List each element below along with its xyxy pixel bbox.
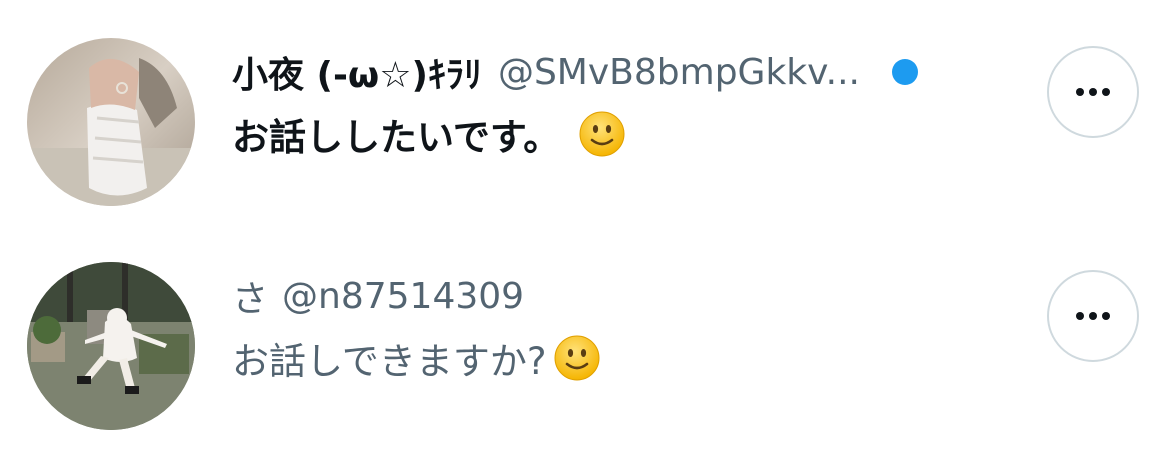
user-handle: @n87514309: [282, 275, 525, 317]
message-text: お話ししたいです。: [232, 116, 561, 159]
message-preview: お話しできますか?: [232, 328, 1022, 388]
unread-indicator: [891, 59, 918, 85]
user-handle: @SMvB8bmpGkkv...: [497, 51, 860, 93]
more-options-button[interactable]: [1047, 270, 1139, 362]
display-name: さ: [232, 279, 269, 320]
slightly-smiling-face-icon: [578, 110, 626, 158]
conversation-item[interactable]: さ @n87514309 お話しできますか?: [0, 262, 1170, 462]
conversation-content: 小夜 (-ω☆)ｷﾗﾘ @SMvB8bmpGkkv... お話ししたいです。: [232, 46, 1022, 164]
avatar[interactable]: [27, 262, 195, 430]
conversation-header: さ @n87514309: [232, 270, 1022, 322]
message-text: お話しできますか?: [232, 340, 547, 383]
more-options-button[interactable]: [1047, 46, 1139, 138]
message-preview: お話ししたいです。: [232, 104, 1022, 164]
display-name: 小夜 (-ω☆)ｷﾗﾘ: [232, 55, 482, 96]
conversation-content: さ @n87514309 お話しできますか?: [232, 270, 1022, 388]
conversation-item[interactable]: 小夜 (-ω☆)ｷﾗﾘ @SMvB8bmpGkkv... お話ししたいです。: [0, 38, 1170, 238]
conversation-header: 小夜 (-ω☆)ｷﾗﾘ @SMvB8bmpGkkv...: [232, 46, 1022, 98]
slightly-smiling-face-icon: [553, 334, 601, 382]
avatar[interactable]: [27, 38, 195, 206]
more-icon: [1076, 88, 1110, 96]
more-icon: [1076, 312, 1110, 320]
